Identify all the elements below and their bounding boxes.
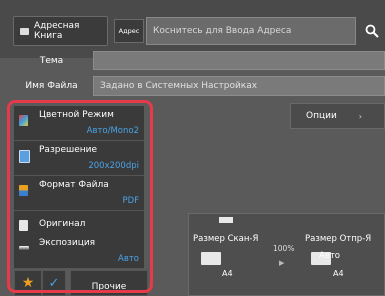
filename-input[interactable]: Задано в Системных Настройках: [93, 76, 385, 96]
ratio-label: 100%: [273, 244, 295, 253]
address-book-button[interactable]: Адресная Книга: [13, 16, 108, 46]
search-button[interactable]: [358, 17, 385, 45]
address-input[interactable]: Коснитесь для Ввода Адреса: [146, 17, 356, 45]
address-book-icon: [20, 27, 29, 35]
filename-label: Имя Файла: [25, 81, 78, 91]
subject-input[interactable]: [93, 51, 385, 70]
options-button[interactable]: Опции ›: [290, 103, 385, 129]
chevron-right-icon: ›: [358, 111, 362, 121]
scan-paper-icon: [201, 252, 221, 265]
address-book-label: Адресная Книга: [34, 21, 80, 41]
options-label: Опции: [306, 111, 337, 121]
highlight-outline: [7, 100, 153, 293]
scan-size-label[interactable]: Размер Скан-Я: [193, 234, 258, 244]
send-size-label[interactable]: Размер Отпр-Я: [305, 234, 371, 244]
address-tag-button[interactable]: Адрес: [114, 19, 144, 43]
search-icon: [365, 24, 379, 38]
arrow-right-icon: ▶: [279, 259, 285, 267]
scan-size-value: A4: [222, 269, 233, 278]
send-size-value: A4: [333, 269, 344, 278]
subject-label: Тема: [39, 56, 64, 66]
send-size-auto: Авто: [319, 251, 340, 261]
preview-panel: Размер Скан-Я A4 100% ▶ Размер Отпр-Я Ав…: [188, 213, 385, 296]
scanner-icon: [219, 217, 233, 223]
